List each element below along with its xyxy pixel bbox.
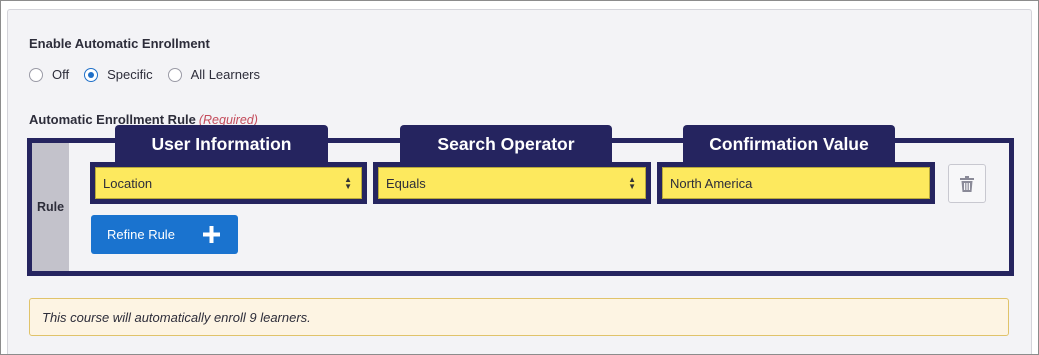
confirmation-value-highlight: North America [657,162,935,204]
plus-icon [203,226,220,243]
radio-specific-label: Specific [107,67,153,82]
radio-off-label: Off [52,67,70,82]
search-operator-select[interactable]: Equals ▲ ▼ [378,167,646,199]
rule-side-label: Rule [32,143,69,271]
radio-off[interactable]: Off [29,67,69,82]
header-user-information: User Information [115,125,328,163]
select-caret-icon: ▲ ▼ [628,175,636,191]
select-caret-icon: ▲ ▼ [344,175,352,191]
radio-icon[interactable] [167,67,182,82]
user-information-select[interactable]: Location ▲ ▼ [95,167,362,199]
radio-specific[interactable]: Specific [84,67,153,82]
search-operator-value: Equals [386,175,426,191]
confirmation-value-text: North America [670,175,753,191]
enrollment-radio-group: Off Specific All Learners [29,67,275,82]
user-information-value: Location [103,175,153,191]
enrollment-notice: This course will automatically enroll 9 … [29,298,1009,336]
enrollment-title: Enable Automatic Enrollment [29,36,210,51]
refine-rule-label: Refine Rule [107,227,175,242]
confirmation-value-input[interactable]: North America [662,167,930,199]
radio-all-learners-label: All Learners [190,67,261,82]
radio-icon[interactable] [84,67,99,82]
radio-icon[interactable] [29,67,43,82]
refine-rule-button[interactable]: Refine Rule [91,215,238,254]
header-confirmation-value: Confirmation Value [683,125,895,163]
search-operator-highlight: Equals ▲ ▼ [373,162,651,204]
radio-all-learners[interactable]: All Learners [167,67,261,82]
delete-rule-button[interactable] [948,164,986,203]
trash-icon [960,175,974,192]
user-information-highlight: Location ▲ ▼ [90,162,367,204]
header-search-operator: Search Operator [400,125,612,163]
